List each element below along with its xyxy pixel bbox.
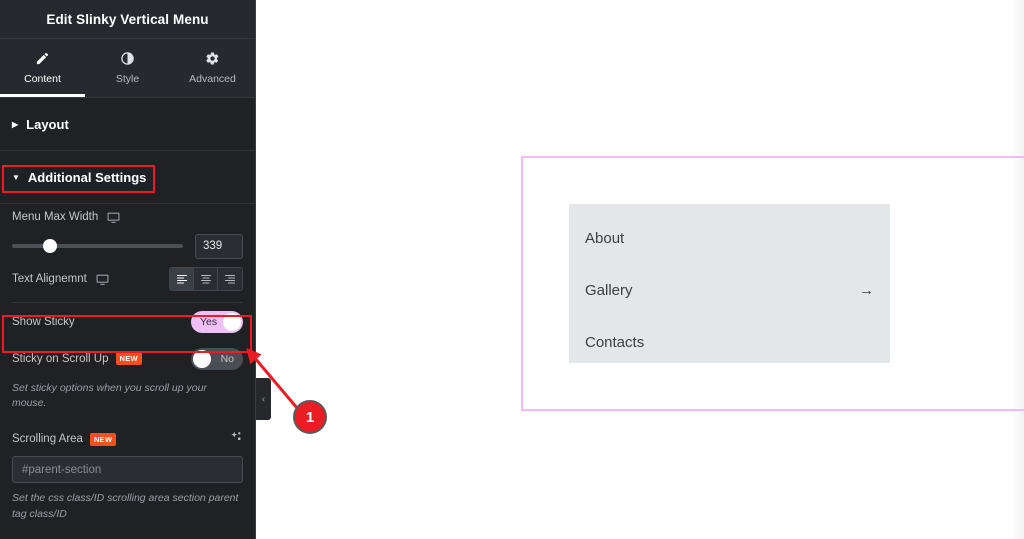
annotation-step-badge: 1 xyxy=(293,400,327,434)
app-root: About Gallery → Contacts ‹ Edit Slinky V… xyxy=(0,0,1024,539)
annotation-arrow xyxy=(246,347,299,409)
